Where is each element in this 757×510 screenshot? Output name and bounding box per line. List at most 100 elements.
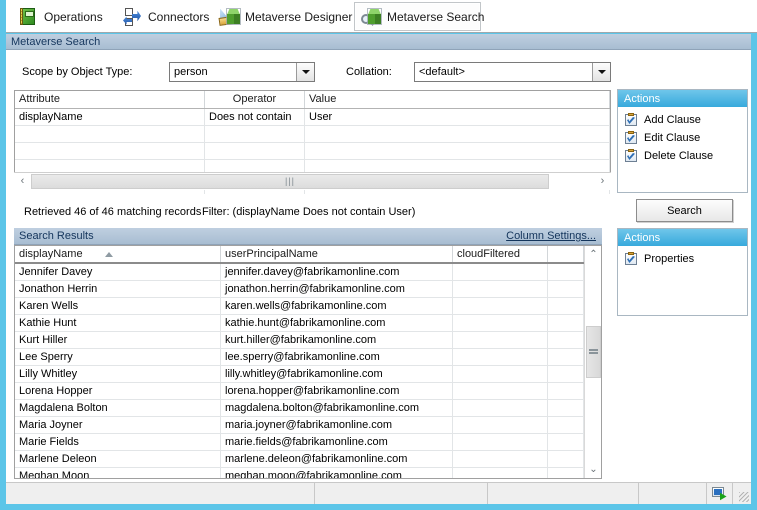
- results-col-cloudfiltered[interactable]: cloudFiltered: [453, 246, 548, 262]
- cell-userprincipalname: karen.wells@fabrikamonline.com: [221, 298, 453, 314]
- action-add-clause[interactable]: Add Clause: [618, 111, 747, 129]
- clause-operator: [205, 143, 305, 159]
- collation-value: <default>: [419, 66, 465, 78]
- cell-cloudfiltered: [453, 383, 548, 399]
- cell-blank: [548, 332, 584, 348]
- chevron-down-icon[interactable]: [592, 63, 610, 81]
- results-col-displayname[interactable]: displayName: [15, 246, 221, 262]
- sort-ascending-icon: [104, 251, 113, 257]
- cell-userprincipalname: kathie.hunt@fabrikamonline.com: [221, 315, 453, 331]
- scope-object-type-value: person: [174, 66, 208, 78]
- cell-blank: [548, 264, 584, 280]
- cell-cloudfiltered: [453, 417, 548, 433]
- clause-col-operator[interactable]: Operator: [205, 91, 305, 108]
- clause-operator: Does not contain: [205, 109, 305, 125]
- metaverse-search-group-header: Metaverse Search: [6, 34, 751, 50]
- cell-displayname: Lee Sperry: [15, 349, 221, 365]
- clause-row[interactable]: displayName Does not contain User: [15, 109, 610, 126]
- results-actions-panel: Actions Properties: [617, 228, 748, 316]
- tab-connectors[interactable]: Connectors: [116, 2, 214, 31]
- table-row[interactable]: Lilly Whitley lilly.whitley@fabrikamonlin…: [15, 366, 584, 383]
- clause-attribute: displayName: [15, 109, 205, 125]
- column-settings-link[interactable]: Column Settings...: [506, 230, 596, 242]
- clipboard-check-icon: [624, 113, 638, 127]
- table-row[interactable]: Kathie Hunt kathie.hunt@fabrikamonline.co…: [15, 315, 584, 332]
- table-row[interactable]: Kurt Hiller kurt.hiller@fabrikamonline.co…: [15, 332, 584, 349]
- search-button[interactable]: Search: [636, 199, 733, 222]
- search-results-title: Search Results: [19, 230, 94, 242]
- collation-combo[interactable]: <default>: [414, 62, 611, 82]
- table-row[interactable]: Jonathon Herrin jonathon.herrin@fabrikamo…: [15, 281, 584, 298]
- scope-object-type-label: Scope by Object Type:: [22, 66, 133, 78]
- clause-operator: [205, 126, 305, 142]
- clause-attribute: [15, 143, 205, 159]
- cell-cloudfiltered: [453, 298, 548, 314]
- table-row[interactable]: Lorena Hopper lorena.hopper@fabrikamonlin…: [15, 383, 584, 400]
- clipboard-check-icon: [624, 252, 638, 266]
- search-cube-icon: [361, 7, 382, 27]
- action-delete-clause[interactable]: Delete Clause: [618, 147, 747, 165]
- hscroll-thumb[interactable]: |||: [31, 173, 549, 189]
- clause-row[interactable]: [15, 143, 610, 160]
- tab-metaverse-designer[interactable]: Metaverse Designer: [213, 2, 356, 31]
- tab-operations-label: Operations: [44, 9, 103, 24]
- results-col-userprincipalname[interactable]: userPrincipalName: [221, 246, 453, 262]
- cell-blank: [548, 298, 584, 314]
- resize-grip-icon[interactable]: [733, 483, 751, 504]
- cell-userprincipalname: maria.joyner@fabrikamonline.com: [221, 417, 453, 433]
- clause-grid[interactable]: Attribute Operator Value displayName Doe…: [14, 90, 611, 194]
- clause-col-attribute[interactable]: Attribute: [15, 91, 205, 108]
- table-row[interactable]: Marlene Deleon marlene.deleon@fabrikamonl…: [15, 451, 584, 468]
- scroll-up-icon[interactable]: ⌃: [585, 246, 601, 263]
- clause-value: User: [305, 109, 610, 125]
- cell-cloudfiltered: [453, 332, 548, 348]
- cell-displayname: Jonathon Herrin: [15, 281, 221, 297]
- tab-metaverse-search[interactable]: Metaverse Search: [354, 2, 485, 31]
- tab-operations[interactable]: Operations: [12, 2, 110, 31]
- results-col-displayname-label: displayName: [19, 247, 83, 260]
- cell-displayname: Maria Joyner: [15, 417, 221, 433]
- statusbar-icon-cell[interactable]: [707, 483, 734, 504]
- metaverse-search-window: Operations Connectors Metaverse Designer: [0, 0, 757, 510]
- table-row[interactable]: Magdalena Bolton magdalena.bolton@fabrika…: [15, 400, 584, 417]
- cell-displayname: Jennifer Davey: [15, 264, 221, 280]
- network-connection-icon: [711, 486, 728, 501]
- designer-cube-icon: [218, 7, 241, 27]
- hscroll-track[interactable]: |||: [31, 172, 594, 190]
- scroll-left-icon[interactable]: ‹: [14, 172, 31, 190]
- cell-cloudfiltered: [453, 366, 548, 382]
- table-row[interactable]: Marie Fields marie.fields@fabrikamonline.…: [15, 434, 584, 451]
- scroll-right-icon[interactable]: ›: [594, 172, 611, 190]
- table-row[interactable]: Jennifer Davey jennifer.davey@fabrikamonl…: [15, 264, 584, 281]
- clause-row[interactable]: [15, 126, 610, 143]
- results-vscrollbar[interactable]: ⌃ ⌄: [584, 246, 601, 478]
- cell-cloudfiltered: [453, 434, 548, 450]
- statusbar-cell-1: [6, 483, 316, 504]
- table-row[interactable]: Maria Joyner maria.joyner@fabrikamonline.…: [15, 417, 584, 434]
- table-row[interactable]: Lee Sperry lee.sperry@fabrikamonline.com: [15, 349, 584, 366]
- scope-object-type-combo[interactable]: person: [169, 62, 315, 82]
- table-row[interactable]: Meghan Moon meghan.moon@fabrikamonline.co…: [15, 468, 584, 478]
- chevron-down-icon[interactable]: [296, 63, 314, 81]
- statusbar-cell-3: [488, 483, 640, 504]
- clause-grid-hscrollbar[interactable]: ‹ ||| ›: [14, 172, 611, 190]
- cell-cloudfiltered: [453, 468, 548, 478]
- cell-blank: [548, 434, 584, 450]
- results-col-blank[interactable]: [548, 246, 584, 262]
- clipboard-check-icon: [624, 149, 638, 163]
- cell-blank: [548, 349, 584, 365]
- cell-displayname: Kathie Hunt: [15, 315, 221, 331]
- action-properties[interactable]: Properties: [618, 250, 747, 268]
- tab-metaverse-search-label: Metaverse Search: [387, 9, 485, 24]
- results-rows: Jennifer Davey jennifer.davey@fabrikamonl…: [15, 264, 584, 478]
- tab-strip: Operations Connectors Metaverse Designer: [6, 0, 757, 33]
- clause-col-value[interactable]: Value: [305, 91, 610, 108]
- action-edit-clause[interactable]: Edit Clause: [618, 129, 747, 147]
- scroll-down-icon[interactable]: ⌄: [585, 461, 601, 478]
- vscroll-thumb[interactable]: [586, 326, 601, 378]
- clause-grid-header: Attribute Operator Value: [15, 91, 610, 109]
- results-grid[interactable]: displayName userPrincipalName cloudFilte…: [14, 245, 602, 479]
- cell-displayname: Marlene Deleon: [15, 451, 221, 467]
- statusbar-cell-4: [639, 483, 708, 504]
- table-row[interactable]: Karen Wells karen.wells@fabrikamonline.co…: [15, 298, 584, 315]
